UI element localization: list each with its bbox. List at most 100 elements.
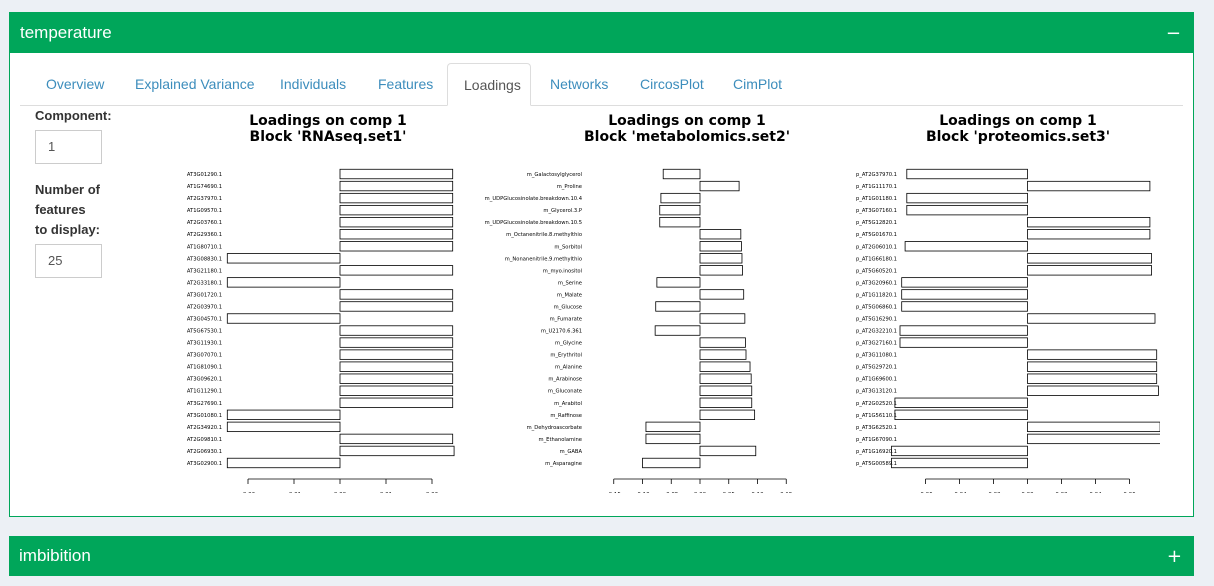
loading-bar — [1027, 349, 1158, 360]
feature-label: AT2G33180.1 — [187, 280, 222, 286]
loading-bar — [645, 433, 701, 445]
feature-label: AT3G11930.1 — [187, 341, 222, 347]
feature-label: m_Glucose — [554, 304, 582, 310]
tab-explained-variance[interactable]: Explained Variance — [119, 63, 271, 105]
loading-bar — [226, 409, 341, 420]
loading-bar — [339, 361, 454, 372]
feature-label: p_AT3G20960.1 — [856, 280, 897, 286]
x-tick-label: 0.05 — [723, 492, 736, 493]
feature-label: m_Asparagine — [545, 461, 582, 467]
loading-bar — [1027, 253, 1152, 264]
tab-overview[interactable]: Overview — [30, 63, 120, 105]
loadings-plot-proteomics: p_AT2G37970.1 p_AT1G11170.1 p_AT1G01180.1p… — [856, 168, 1160, 493]
feature-label: AT3G02900.1 — [187, 461, 222, 467]
nfeatures-input[interactable]: 25 — [35, 244, 102, 278]
feature-label: AT3G01720.1 — [187, 292, 222, 298]
feature-label: AT2G03760.1 — [187, 220, 222, 226]
plot2-title: Loadings on comp 1 Block 'metabolomics.s… — [537, 113, 837, 145]
loading-bar — [901, 277, 1028, 288]
feature-label: AT3G01290.1 — [187, 172, 222, 178]
x-tick-label: 0.10 — [751, 492, 764, 493]
tab-circosplot[interactable]: CircosPlot — [624, 63, 720, 105]
temperature-box-header[interactable]: temperature − — [10, 13, 1193, 53]
feature-label: AT5G67530.1 — [187, 329, 222, 335]
plot2-title-line1: Loadings on comp 1 — [608, 113, 766, 129]
loading-bar — [1027, 229, 1151, 240]
loading-bar — [1027, 361, 1158, 372]
plot1-title: Loadings on comp 1 Block 'RNAseq.set1' — [178, 113, 478, 145]
feature-label: p_AT2G32210.1 — [856, 329, 897, 335]
loading-bar — [659, 204, 701, 216]
feature-label: p_AT2G02520.1 — [856, 401, 897, 407]
feature-label: p_AT1G11820.1 — [856, 292, 897, 298]
loading-bar — [339, 289, 454, 300]
feature-label: p_AT1G11170.1 — [856, 184, 897, 190]
feature-label: m_Sorbitol — [554, 244, 582, 250]
tab-cimplot[interactable]: CimPlot — [717, 63, 798, 105]
loading-bar — [339, 265, 454, 276]
loading-bar — [339, 229, 454, 240]
component-input[interactable]: 1 — [35, 130, 102, 164]
feature-label: m_GABA — [560, 449, 583, 455]
tab-networks[interactable]: Networks — [534, 63, 624, 105]
feature-label: p_AT1G66180.1 — [856, 256, 897, 262]
feature-label: AT2G06930.1 — [187, 449, 222, 455]
imbibition-box-header[interactable]: imbibition + — [9, 536, 1194, 576]
loading-bar — [339, 337, 454, 348]
loading-bar — [891, 457, 1028, 469]
loading-bar — [906, 168, 1028, 180]
loading-bar — [656, 277, 701, 288]
loading-bar — [339, 180, 454, 192]
loading-bar — [226, 457, 341, 469]
feature-label: p_AT3G62520.1 — [856, 425, 897, 431]
loading-bar — [699, 337, 746, 348]
loading-bar — [226, 421, 341, 433]
feature-label: m_Arabinose — [548, 377, 582, 383]
nfeatures-label-line1: Number of — [35, 182, 100, 197]
loading-bar — [699, 409, 756, 420]
x-tick-label: -0.01 — [287, 492, 301, 493]
temperature-box: temperature − Overview Explained Varianc… — [9, 12, 1194, 517]
x-tick-label: -0.15 — [607, 492, 622, 493]
tab-features[interactable]: Features — [362, 63, 449, 105]
feature-label: m_Gluconate — [548, 389, 582, 395]
loading-bar — [339, 168, 454, 180]
loading-bar — [899, 325, 1028, 336]
feature-label: p_AT3G13120.1 — [856, 389, 897, 395]
feature-label: m_Malate — [557, 292, 582, 298]
box-title: imbibition — [19, 546, 91, 565]
tab-individuals[interactable]: Individuals — [264, 63, 362, 105]
feature-label: m_Octanenitrile.8.methylthio — [506, 232, 582, 238]
loading-bar — [899, 337, 1028, 348]
loading-bar — [339, 385, 454, 396]
loading-bar — [699, 180, 740, 192]
loading-bar — [660, 192, 701, 204]
tab-loadings[interactable]: Loadings — [447, 63, 531, 106]
plot2-title-line2: Block 'metabolomics.set2' — [583, 129, 791, 145]
feature-label: p_AT5G12820.1 — [856, 220, 897, 226]
feature-label: AT3G07070.1 — [187, 353, 222, 359]
loading-bar — [339, 373, 454, 384]
feature-label: AT2G37970.1 — [187, 196, 222, 202]
feature-label: p_AT3G07160.1 — [856, 208, 897, 214]
collapse-icon[interactable]: − — [1166, 23, 1181, 44]
expand-icon[interactable]: + — [1167, 546, 1182, 567]
loading-bar — [655, 301, 701, 312]
feature-label: m_Glycine — [555, 341, 582, 347]
loading-bar — [339, 204, 454, 216]
x-tick-label: -0.04 — [952, 492, 967, 493]
plot1-title-line1: Loadings on comp 1 — [249, 113, 407, 129]
feature-label: AT1G74690.1 — [187, 184, 222, 190]
loading-bar — [901, 301, 1028, 312]
feature-label: AT3G04570.1 — [187, 317, 222, 323]
feature-label: m_Proline — [557, 184, 582, 190]
loadings-plot-metabolomics: m_Galactosylglycerol m_Proline m_UDPGlucos… — [485, 168, 793, 493]
x-tick-label: -0.02 — [986, 492, 1000, 493]
feature-label: AT2G29360.1 — [187, 232, 222, 238]
loading-bar — [1027, 421, 1160, 433]
plot3-title: Loadings on comp 1 Block 'proteomics.set… — [868, 113, 1168, 145]
feature-label: p_AT1G67090.1 — [856, 437, 897, 443]
plot1-title-line2: Block 'RNAseq.set1' — [249, 129, 407, 145]
loading-bar — [1027, 265, 1152, 276]
loading-bar — [699, 265, 743, 276]
